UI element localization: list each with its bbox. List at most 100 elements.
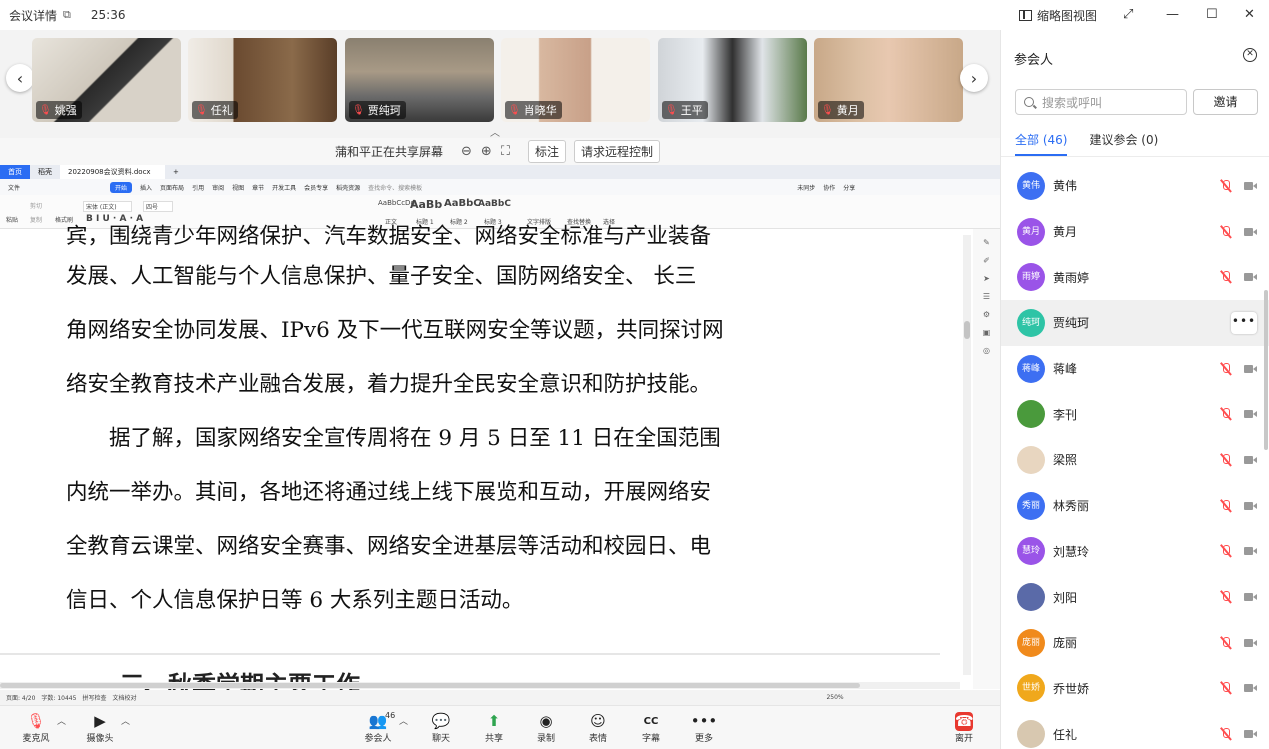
participant-row[interactable]: 慧玲 刘慧玲 bbox=[1001, 529, 1269, 575]
camera-icon[interactable] bbox=[1244, 638, 1258, 648]
wps-tab-bar: 首页 稻壳 20220908会议资料.docx + bbox=[0, 165, 1000, 179]
search-box[interactable]: 搜索或呼叫 bbox=[1015, 89, 1187, 115]
mic-muted-icon[interactable] bbox=[1219, 407, 1233, 421]
record-button[interactable]: ◉ 录制 bbox=[526, 712, 566, 744]
camera-icon[interactable] bbox=[1244, 181, 1258, 191]
mic-muted-icon[interactable] bbox=[1219, 179, 1233, 193]
mic-muted-icon[interactable] bbox=[1219, 270, 1233, 284]
close-window-icon[interactable]: ✕ bbox=[1244, 7, 1255, 22]
participant-row[interactable]: 纯珂 贾纯珂 ••• bbox=[1001, 300, 1269, 346]
camera-icon[interactable] bbox=[1244, 364, 1258, 374]
video-tile[interactable]: 🎙 黄月 bbox=[814, 38, 963, 122]
more-button[interactable]: ••• 更多 bbox=[684, 712, 724, 744]
wps-menu-right: 协作 bbox=[823, 184, 836, 192]
caption-button[interactable]: CC 字幕 bbox=[631, 712, 671, 744]
tile-name-tag: 🎙 肖晓华 bbox=[505, 101, 562, 119]
camera-button[interactable]: ▶ 摄像头 ︿ bbox=[80, 712, 130, 744]
mic-muted-icon[interactable] bbox=[1219, 681, 1233, 695]
wps-menu-item: 插入 bbox=[140, 184, 153, 192]
more-label: 更多 bbox=[694, 734, 713, 744]
video-tile[interactable]: 🎙 肖晓华 bbox=[501, 38, 650, 122]
tile-name: 任礼 bbox=[210, 104, 233, 117]
mic-muted-icon[interactable] bbox=[1219, 499, 1233, 513]
participant-row[interactable]: 庞丽 庞丽 bbox=[1001, 620, 1269, 666]
camera-icon[interactable] bbox=[1244, 729, 1258, 739]
doc-vertical-scrollbar bbox=[963, 235, 971, 675]
wps-menu-item: 开始 bbox=[110, 181, 133, 193]
more-options-button[interactable]: ••• bbox=[1231, 311, 1257, 334]
tab-all[interactable]: 全部 (46) bbox=[1015, 131, 1068, 156]
fullscreen-icon[interactable]: ⤢ bbox=[1123, 7, 1133, 22]
mic-muted-icon[interactable] bbox=[1219, 590, 1233, 604]
chevron-up-icon[interactable]: ︿ bbox=[121, 714, 130, 727]
avatar: 雨婷 bbox=[1017, 263, 1045, 292]
fit-screen-icon[interactable]: ⛶ bbox=[501, 144, 510, 159]
annotate-button[interactable]: 标注 bbox=[527, 140, 566, 163]
participant-row[interactable]: 蒋峰 蒋峰 bbox=[1001, 346, 1269, 392]
camera-icon[interactable] bbox=[1244, 272, 1258, 282]
participant-name: 庞丽 bbox=[1053, 636, 1078, 651]
wps-menu-item: 审阅 bbox=[212, 184, 225, 192]
participant-row[interactable]: 秀丽 林秀丽 bbox=[1001, 483, 1269, 529]
participant-row[interactable]: 黄伟 黄伟 bbox=[1001, 163, 1269, 209]
participant-row[interactable]: 雨婷 黄雨婷 bbox=[1001, 254, 1269, 300]
avatar: 黄月 bbox=[1017, 217, 1045, 246]
camera-icon[interactable] bbox=[1244, 227, 1258, 237]
participant-row[interactable]: 任礼 bbox=[1001, 711, 1269, 749]
mic-muted-icon[interactable] bbox=[1219, 453, 1233, 467]
participant-row[interactable]: 世娇 乔世娇 bbox=[1001, 666, 1269, 712]
video-tile[interactable]: 🎙 姚强 bbox=[32, 38, 181, 122]
camera-icon[interactable] bbox=[1244, 592, 1258, 602]
maximize-icon[interactable]: ☐ bbox=[1206, 7, 1218, 22]
camera-icon[interactable] bbox=[1244, 683, 1258, 693]
invite-button[interactable]: 邀请 bbox=[1193, 89, 1258, 115]
strip-prev-button[interactable]: ‹ bbox=[6, 64, 34, 92]
camera-icon[interactable] bbox=[1244, 455, 1258, 465]
camera-icon[interactable] bbox=[1244, 501, 1258, 511]
side-tool-icon: ➤ bbox=[983, 274, 990, 283]
wps-menu-item: 开发工具 bbox=[272, 184, 297, 192]
participant-row[interactable]: 梁照 bbox=[1001, 437, 1269, 483]
participant-row[interactable]: 刘阳 bbox=[1001, 574, 1269, 620]
camera-icon[interactable] bbox=[1244, 409, 1258, 419]
camera-icon[interactable] bbox=[1244, 546, 1258, 556]
emoji-icon: ☺ bbox=[590, 712, 606, 730]
ribbon-copy: 复制 bbox=[30, 217, 43, 224]
chevron-up-icon[interactable]: ︿ bbox=[57, 714, 66, 727]
emoji-button[interactable]: ☺ 表情 bbox=[578, 712, 618, 744]
ribbon-cut: 剪切 bbox=[30, 203, 43, 210]
tile-name: 姚强 bbox=[54, 104, 77, 117]
doc-line: 角网络安全协同发展、IPv6 及下一代互联网安全等议题，共同探讨网 bbox=[66, 318, 724, 343]
mic-muted-icon[interactable] bbox=[1219, 544, 1233, 558]
strip-next-button[interactable]: › bbox=[960, 64, 988, 92]
remote-control-button[interactable]: 请求远程控制 bbox=[573, 140, 660, 163]
participant-row[interactable]: 黄月 黄月 bbox=[1001, 209, 1269, 255]
participant-row[interactable]: 李刊 bbox=[1001, 391, 1269, 437]
record-label: 录制 bbox=[536, 734, 555, 744]
external-link-icon[interactable]: ⧉ bbox=[63, 8, 71, 22]
close-panel-icon[interactable]: ✕ bbox=[1243, 48, 1257, 62]
mic-muted-icon[interactable] bbox=[1219, 727, 1233, 741]
tab-suggested[interactable]: 建议参会 (0) bbox=[1089, 131, 1158, 156]
mic-muted-icon[interactable] bbox=[1219, 362, 1233, 376]
collapse-strip-icon[interactable]: ︿ bbox=[490, 124, 500, 139]
thumbnail-view-button[interactable]: 缩略图视图 bbox=[1019, 7, 1097, 24]
video-tile[interactable]: 🎙 贾纯珂 bbox=[345, 38, 494, 122]
participant-list-scrollbar[interactable] bbox=[1264, 290, 1268, 450]
mic-button[interactable]: 🎙 麦克风 ︿ bbox=[16, 712, 66, 744]
leave-button[interactable]: ☎ 离开 bbox=[944, 712, 984, 744]
mic-muted-icon[interactable] bbox=[1219, 636, 1233, 650]
chevron-up-icon[interactable]: ︿ bbox=[399, 714, 408, 727]
doc-line: 全教育云课堂、网络安全赛事、网络安全进基层等活动和校园日、电 bbox=[66, 534, 712, 559]
minimize-icon[interactable]: — bbox=[1166, 7, 1179, 22]
zoom-out-icon[interactable]: ⊖ bbox=[461, 144, 472, 159]
participants-button[interactable]: 👥 参会人 46 ︿ bbox=[358, 711, 408, 744]
mic-muted-icon[interactable] bbox=[1219, 225, 1233, 239]
avatar: 纯珂 bbox=[1017, 308, 1045, 337]
chat-button[interactable]: 💬 聊天 bbox=[421, 712, 461, 744]
video-tile[interactable]: 🎙 王平 bbox=[658, 38, 807, 122]
share-button[interactable]: ⬆ 共享 bbox=[474, 712, 514, 744]
zoom-in-icon[interactable]: ⊕ bbox=[481, 144, 492, 159]
meeting-details-title[interactable]: 会议详情 bbox=[9, 7, 57, 24]
video-tile[interactable]: 🎙 任礼 bbox=[188, 38, 337, 122]
